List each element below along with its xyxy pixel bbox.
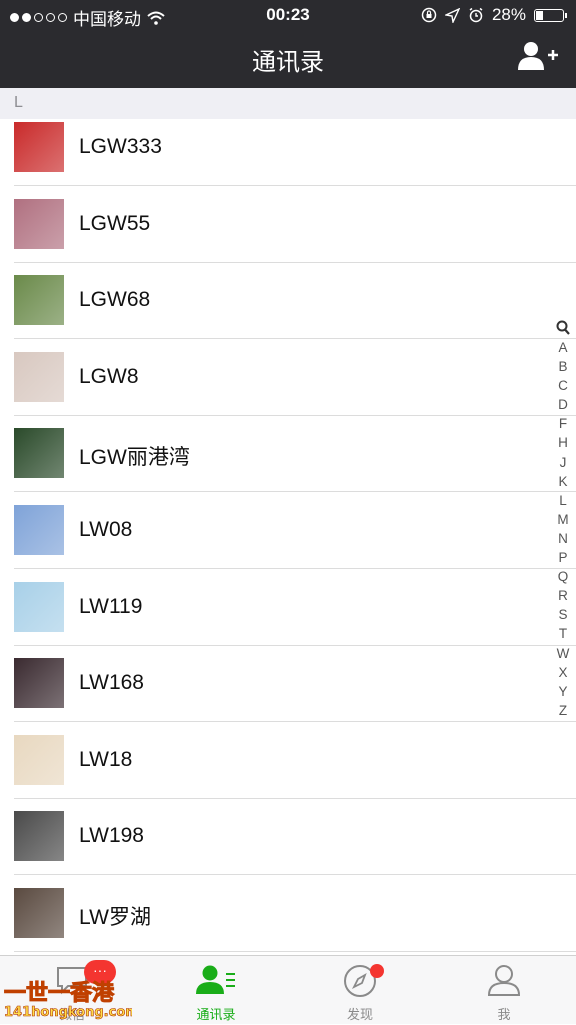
location-icon <box>444 7 460 23</box>
index-letter[interactable]: J <box>560 453 567 472</box>
search-icon[interactable] <box>556 320 570 336</box>
contacts-icon <box>196 965 235 994</box>
contact-row[interactable]: LW119 <box>0 569 576 646</box>
alarm-icon <box>469 7 483 23</box>
tab-contacts[interactable]: 通讯录 <box>144 956 288 1025</box>
profile-icon <box>487 965 521 996</box>
tab-discover[interactable]: 发现 <box>288 956 432 1025</box>
section-letter: L <box>14 94 23 111</box>
orientation-lock-icon <box>421 7 437 23</box>
index-letter[interactable]: K <box>558 472 567 491</box>
index-letter[interactable]: A <box>558 338 567 357</box>
tab-bar: ··· 微信 通讯录 发现 我 <box>0 955 576 1024</box>
contact-row[interactable]: LGW55 <box>0 186 576 263</box>
index-letter[interactable]: T <box>559 624 567 643</box>
index-letter[interactable]: M <box>557 510 568 529</box>
avatar <box>14 275 64 326</box>
contact-row[interactable]: LGW68 <box>0 262 576 340</box>
index-letter[interactable]: Q <box>558 567 569 586</box>
contact-row[interactable]: LGW丽港湾 <box>0 415 576 493</box>
avatar <box>14 581 64 632</box>
contact-list[interactable]: LGW333 LGW55 LGW68 LGW8 LGW丽港湾 LW08 LW119 LW168… <box>0 119 576 955</box>
contact-row[interactable]: LW168 <box>0 645 576 723</box>
status-bar: 中国移动 00:23 28% <box>0 0 576 30</box>
status-right: 28% <box>421 5 567 25</box>
index-letter[interactable]: F <box>559 414 567 433</box>
page-title: 通讯录 <box>252 49 324 76</box>
contact-row[interactable]: LGW333 <box>0 119 576 186</box>
index-letter[interactable]: X <box>558 663 567 682</box>
contact-name: LW罗湖 <box>79 906 151 929</box>
battery-percent: 28% <box>491 5 526 24</box>
index-letter[interactable]: R <box>558 586 568 605</box>
index-letter[interactable]: S <box>558 605 567 624</box>
index-letter[interactable]: D <box>558 395 568 414</box>
avatar <box>14 888 64 938</box>
avatar <box>14 734 64 785</box>
contact-name: LW119 <box>79 594 143 618</box>
contact-name: LW198 <box>79 824 144 848</box>
tab-discover-label: 发现 <box>346 1007 373 1022</box>
tab-me-label: 我 <box>497 1007 511 1022</box>
contact-name: LGW333 <box>79 135 162 158</box>
index-letter[interactable]: C <box>558 376 568 395</box>
avatar <box>14 658 64 709</box>
contact-row[interactable]: LW罗湖 <box>0 875 576 952</box>
row-divider <box>14 951 576 952</box>
top-bar: 中国移动 00:23 28% 通讯录 <box>0 0 576 88</box>
index-letter[interactable]: H <box>558 433 568 452</box>
contact-name: LGW丽港湾 <box>79 446 190 470</box>
index-letter[interactable]: W <box>557 644 570 663</box>
avatar <box>14 428 64 479</box>
tab-contacts-label: 通讯录 <box>196 1007 236 1022</box>
avatar <box>14 122 64 172</box>
battery-icon <box>534 8 567 22</box>
tab-chats[interactable]: ··· 微信 <box>0 956 144 1025</box>
add-contact-icon[interactable] <box>518 40 558 74</box>
contact-name: LGW55 <box>79 211 151 235</box>
contact-name: LW168 <box>79 671 144 695</box>
contact-name: LGW8 <box>79 364 139 388</box>
avatar <box>14 505 64 555</box>
index-letter[interactable]: N <box>558 529 568 548</box>
discover-new-dot <box>370 964 384 978</box>
contact-row[interactable]: LGW8 <box>0 339 576 416</box>
alphabet-index[interactable]: ABCDFHJKLMNPQRSTWXYZ <box>552 320 574 720</box>
contact-row[interactable]: LW08 <box>0 492 576 569</box>
unread-badge: ··· <box>84 960 116 984</box>
tab-chats-label: 微信 <box>58 1007 85 1022</box>
avatar <box>14 811 64 862</box>
index-letter[interactable]: Z <box>559 701 567 720</box>
index-letter[interactable]: Y <box>558 682 567 701</box>
avatar <box>14 198 64 249</box>
section-header: L <box>0 88 576 119</box>
avatar <box>14 351 64 402</box>
contact-row[interactable]: LW18 <box>0 722 576 799</box>
contact-row[interactable]: LW198 <box>0 798 576 876</box>
index-letter[interactable]: P <box>558 548 567 567</box>
contact-name: LGW68 <box>79 288 151 312</box>
tab-me[interactable]: 我 <box>432 956 576 1025</box>
index-letter[interactable]: L <box>559 491 567 510</box>
index-letter[interactable]: B <box>558 357 567 376</box>
contact-name: LW18 <box>79 747 133 771</box>
contact-name: LW08 <box>79 518 133 541</box>
